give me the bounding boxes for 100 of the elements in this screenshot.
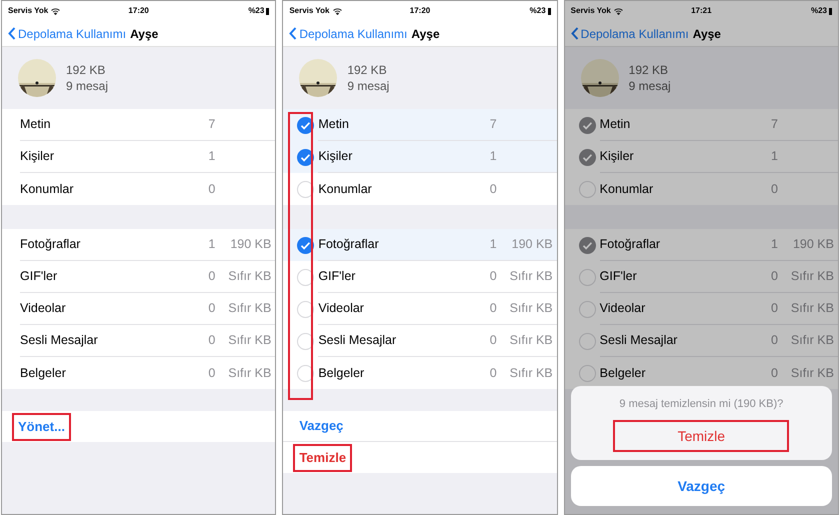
clear-button[interactable]: Temizle bbox=[613, 420, 790, 452]
category-row[interactable]: Sesli Mesajlar 0 Sıfır KB bbox=[2, 325, 276, 357]
item-count: 7 bbox=[207, 116, 216, 134]
category-row[interactable]: Metin 7 bbox=[2, 109, 276, 141]
category-label: Metin bbox=[20, 116, 52, 134]
checkbox[interactable] bbox=[297, 180, 314, 198]
category-row[interactable]: Konumlar 0 bbox=[564, 173, 838, 205]
category-row[interactable]: Konumlar 0 bbox=[2, 173, 276, 205]
item-size: 190 KB bbox=[792, 236, 835, 254]
category-label: Konumlar bbox=[318, 180, 373, 198]
category-label: Sesli Mesajlar bbox=[20, 332, 99, 350]
category-row[interactable]: Belgeler 0 Sıfır KB bbox=[2, 357, 276, 389]
checkbox[interactable] bbox=[297, 364, 314, 382]
category-row[interactable]: Fotoğraflar 1 190 KB bbox=[2, 229, 276, 261]
item-count: 1 bbox=[488, 236, 497, 254]
clear-button[interactable]: Temizle bbox=[293, 444, 352, 472]
message-count: 9 mesaj bbox=[628, 78, 671, 94]
storage-size: 192 KB bbox=[628, 62, 670, 78]
checkbox[interactable] bbox=[297, 236, 314, 254]
checkbox[interactable] bbox=[297, 300, 314, 318]
item-size: Sıfır KB bbox=[790, 268, 835, 286]
category-row[interactable]: Sesli Mesajlar 0 Sıfır KB bbox=[564, 325, 838, 357]
message-count: 9 mesaj bbox=[347, 78, 390, 94]
action-link[interactable]: Vazgeç bbox=[293, 412, 350, 440]
item-size: Sıfır KB bbox=[790, 300, 835, 318]
clock-text: 17:21 bbox=[690, 5, 713, 17]
category-label: Fotoğraflar bbox=[600, 236, 662, 254]
category-label: Konumlar bbox=[600, 180, 654, 198]
item-size: Sıfır KB bbox=[508, 364, 554, 382]
category-row[interactable]: Sesli Mesajlar 0 Sıfır KB bbox=[283, 325, 557, 357]
checkbox[interactable] bbox=[297, 268, 314, 286]
category-label: GIF'ler bbox=[20, 268, 58, 286]
category-label: Konumlar bbox=[20, 180, 74, 198]
category-row[interactable]: GIF'ler 0 Sıfır KB bbox=[564, 261, 838, 293]
category-row[interactable]: GIF'ler 0 Sıfır KB bbox=[283, 261, 557, 293]
category-row[interactable]: GIF'ler 0 Sıfır KB bbox=[2, 261, 276, 293]
category-label: Kişiler bbox=[318, 148, 354, 166]
category-row[interactable]: Belgeler 0 Sıfır KB bbox=[283, 357, 557, 389]
category-label: Kişiler bbox=[20, 148, 56, 166]
item-count: 0 bbox=[488, 180, 497, 198]
item-count: 7 bbox=[488, 116, 497, 134]
action-link[interactable]: Yönet... bbox=[12, 412, 71, 440]
checkbox[interactable] bbox=[297, 332, 314, 350]
item-count: 1 bbox=[770, 148, 778, 166]
carrier-text: Servis Yok bbox=[289, 5, 330, 17]
carrier-text: Servis Yok bbox=[8, 5, 48, 17]
checkbox[interactable] bbox=[297, 116, 314, 134]
item-count: 1 bbox=[207, 148, 216, 166]
item-size: Sıfır KB bbox=[790, 332, 835, 350]
category-label: GIF'ler bbox=[600, 268, 638, 286]
category-label: Fotoğraflar bbox=[318, 236, 380, 254]
category-row[interactable]: Videolar 0 Sıfır KB bbox=[2, 293, 276, 325]
category-row[interactable]: Videolar 0 Sıfır KB bbox=[564, 293, 838, 325]
checkbox[interactable] bbox=[297, 148, 314, 166]
category-row[interactable]: Kişiler 1 bbox=[283, 141, 557, 173]
item-count: 0 bbox=[488, 300, 497, 318]
item-count: 0 bbox=[770, 300, 778, 318]
checkbox[interactable] bbox=[578, 268, 596, 286]
checkbox[interactable] bbox=[578, 364, 596, 382]
category-label: Belgeler bbox=[20, 364, 67, 382]
battery-icon bbox=[266, 8, 270, 14]
category-label: Sesli Mesajlar bbox=[600, 332, 678, 350]
checkbox[interactable] bbox=[578, 300, 596, 318]
battery-icon bbox=[828, 8, 832, 14]
back-button[interactable]: Depolama Kullanımı bbox=[570, 24, 689, 42]
back-button[interactable]: Depolama Kullanımı bbox=[8, 24, 126, 42]
message-count: 9 mesaj bbox=[66, 78, 108, 94]
item-count: 0 bbox=[207, 300, 216, 318]
item-size: Sıfır KB bbox=[227, 332, 272, 350]
wifi-icon bbox=[51, 8, 60, 14]
category-label: Fotoğraflar bbox=[20, 236, 82, 254]
category-row[interactable]: Videolar 0 Sıfır KB bbox=[283, 293, 557, 325]
checkbox[interactable] bbox=[578, 148, 596, 166]
cancel-button[interactable]: Vazgeç bbox=[570, 466, 832, 506]
item-count: 0 bbox=[488, 364, 497, 382]
category-label: Videolar bbox=[318, 300, 365, 318]
item-size: Sıfır KB bbox=[790, 364, 835, 382]
checkbox[interactable] bbox=[578, 332, 596, 350]
back-button[interactable]: Depolama Kullanımı bbox=[289, 24, 408, 42]
checkbox[interactable] bbox=[578, 180, 596, 198]
category-row[interactable]: Fotoğraflar 1 190 KB bbox=[564, 229, 838, 261]
item-count: 0 bbox=[488, 332, 497, 350]
item-size: 190 KB bbox=[229, 236, 272, 254]
item-count: 1 bbox=[207, 236, 216, 254]
category-label: Metin bbox=[600, 116, 632, 134]
item-count: 0 bbox=[207, 364, 216, 382]
category-row[interactable]: Metin 7 bbox=[564, 109, 838, 141]
category-row[interactable]: Metin 7 bbox=[283, 109, 557, 141]
category-row[interactable]: Kişiler 1 bbox=[2, 141, 276, 173]
checkbox[interactable] bbox=[578, 116, 596, 134]
category-row[interactable]: Kişiler 1 bbox=[564, 141, 838, 173]
battery-icon bbox=[548, 8, 551, 14]
chevron-left-icon bbox=[570, 27, 579, 40]
item-count: 7 bbox=[770, 116, 778, 134]
category-label: GIF'ler bbox=[318, 268, 356, 286]
checkbox[interactable] bbox=[578, 236, 596, 254]
clock-text: 17:20 bbox=[127, 5, 150, 17]
clock-text: 17:20 bbox=[408, 5, 432, 17]
category-label: Sesli Mesajlar bbox=[318, 332, 398, 350]
item-count: 0 bbox=[488, 268, 497, 286]
